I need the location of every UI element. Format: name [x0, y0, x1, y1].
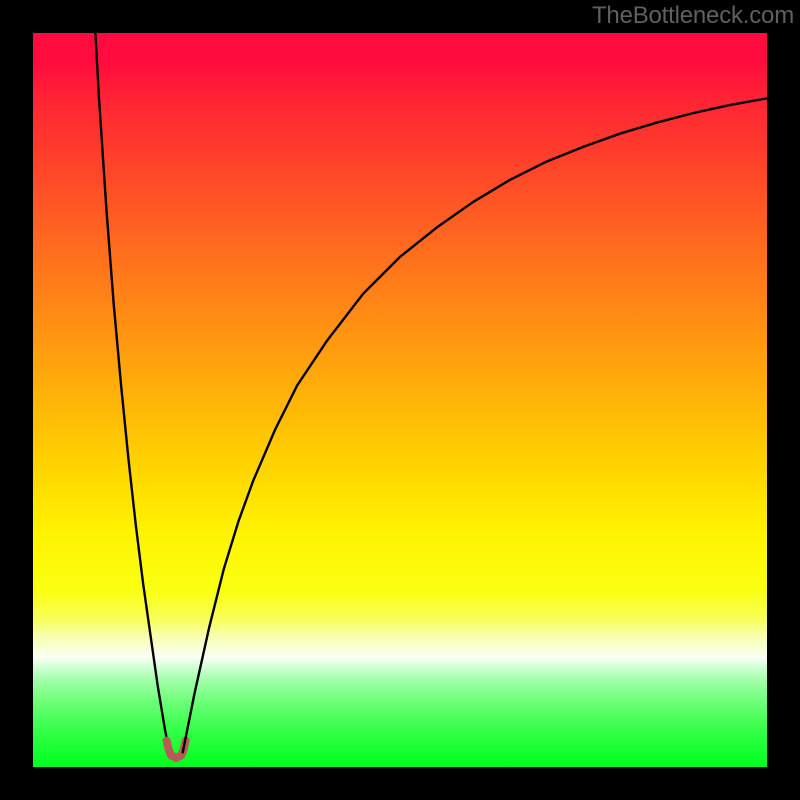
plot-area [33, 33, 767, 767]
series-right-branch [183, 98, 767, 752]
series-left-branch [95, 33, 169, 752]
chart-container: TheBottleneck.com [0, 0, 800, 800]
watermark-text: TheBottleneck.com [592, 2, 794, 30]
curve-overlay [33, 33, 767, 767]
